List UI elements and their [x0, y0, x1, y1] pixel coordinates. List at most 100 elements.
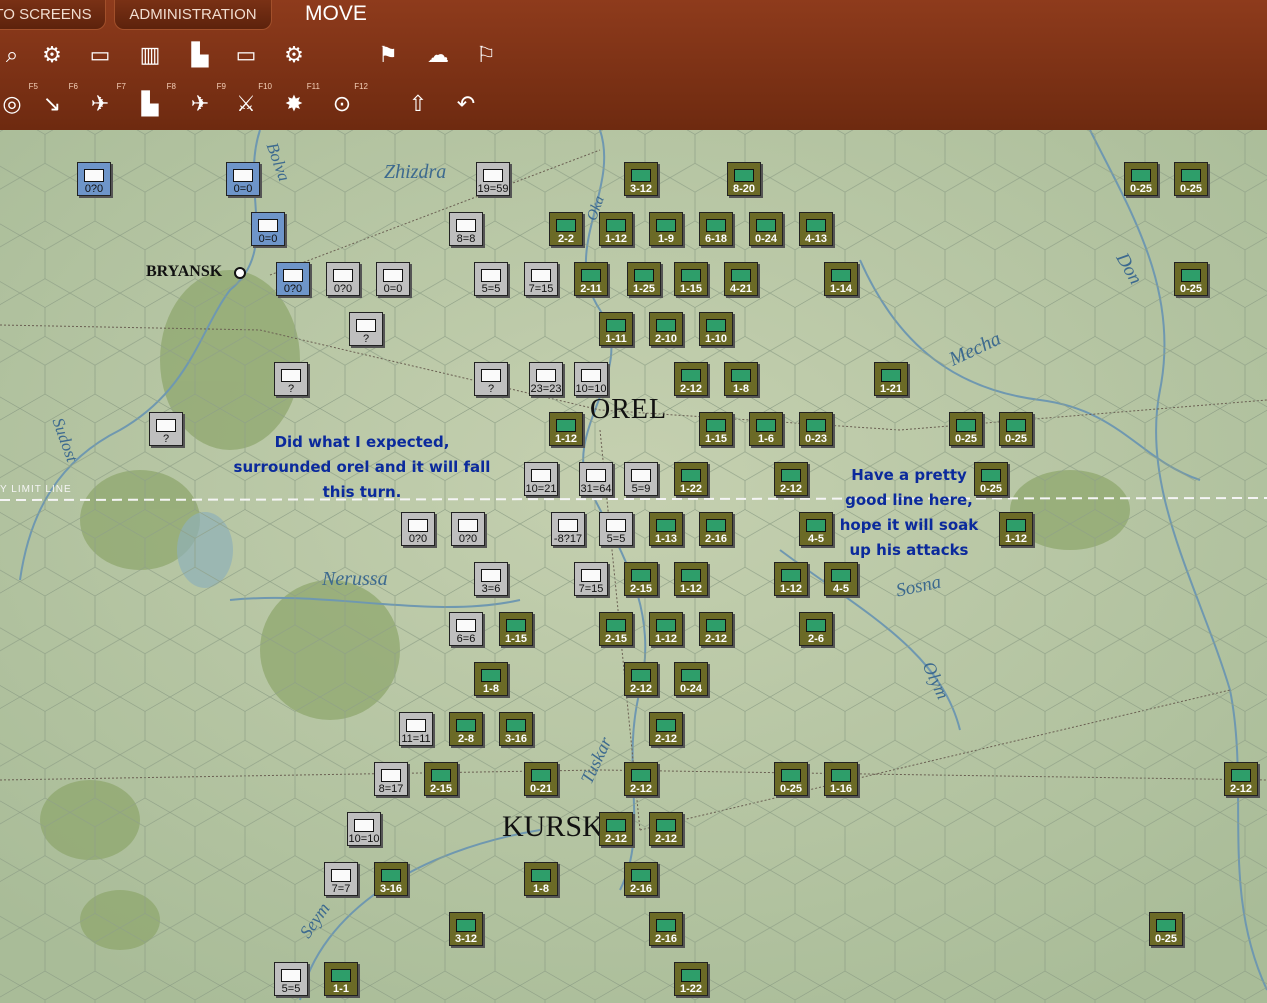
- unit-counter[interactable]: 1-6: [749, 412, 783, 446]
- unit-counter[interactable]: 1-16: [824, 762, 858, 796]
- unit-counter[interactable]: 4-21: [724, 262, 758, 296]
- unit-counter[interactable]: 2-15: [424, 762, 458, 796]
- unit-counter[interactable]: 3-12: [449, 912, 483, 946]
- chart-button[interactable]: ▥: [130, 35, 170, 75]
- unit-counter[interactable]: 0-25: [1174, 262, 1208, 296]
- unit-counter[interactable]: 11=11: [399, 712, 433, 746]
- unit-counter[interactable]: 2-15: [624, 562, 658, 596]
- unit-counter[interactable]: 0-25: [999, 412, 1033, 446]
- paradrop-button[interactable]: ↘ F6: [32, 82, 78, 124]
- unit-counter[interactable]: 2-12: [649, 712, 683, 746]
- unit-counter[interactable]: 1-1: [324, 962, 358, 996]
- unit-counter[interactable]: 2-2: [549, 212, 583, 246]
- unit-counter[interactable]: 1-12: [649, 612, 683, 646]
- unit-counter[interactable]: -8?17: [551, 512, 585, 546]
- unit-counter[interactable]: 0-25: [1149, 912, 1183, 946]
- unit-counter[interactable]: 0-21: [524, 762, 558, 796]
- radar-button[interactable]: ◎ F5: [0, 82, 38, 124]
- city-bomb-button[interactable]: ▙ F8: [130, 82, 176, 124]
- unit-counter[interactable]: 1-8: [724, 362, 758, 396]
- unit-counter[interactable]: 0=0: [251, 212, 285, 246]
- zoom-button[interactable]: ⌕: [0, 35, 32, 75]
- unit-counter[interactable]: 3-16: [499, 712, 533, 746]
- unit-counter[interactable]: 2-6: [799, 612, 833, 646]
- unit-counter[interactable]: 2-15: [599, 612, 633, 646]
- unit-counter[interactable]: 0-25: [974, 462, 1008, 496]
- unit-counter[interactable]: 2-12: [649, 812, 683, 846]
- unit-counter[interactable]: 0-23: [799, 412, 833, 446]
- unit-counter[interactable]: 0-25: [1124, 162, 1158, 196]
- unit-counter[interactable]: 0?0: [276, 262, 310, 296]
- unit-counter[interactable]: ?: [149, 412, 183, 446]
- unit-counter[interactable]: 4-5: [799, 512, 833, 546]
- unit-counter[interactable]: 0-24: [674, 662, 708, 696]
- unit-counter[interactable]: 2-16: [649, 912, 683, 946]
- upload-button[interactable]: ⇧: [398, 84, 438, 124]
- unit-counter[interactable]: 4-13: [799, 212, 833, 246]
- factory-button[interactable]: ▙: [180, 35, 220, 75]
- unit-counter[interactable]: 0?0: [326, 262, 360, 296]
- crossed-swords-button[interactable]: ⚔ F10: [226, 82, 272, 124]
- undo-button[interactable]: ↶: [446, 84, 486, 124]
- unit-counter[interactable]: 1-13: [649, 512, 683, 546]
- city-orel[interactable]: OREL: [590, 394, 667, 426]
- unit-counter[interactable]: 2-12: [699, 612, 733, 646]
- unit-counter[interactable]: 1-12: [999, 512, 1033, 546]
- unit-counter[interactable]: 5=5: [274, 962, 308, 996]
- unit-counter[interactable]: 2-12: [624, 662, 658, 696]
- unit-counter[interactable]: ?: [474, 362, 508, 396]
- unit-counter[interactable]: 0?0: [77, 162, 111, 196]
- unit-counter[interactable]: 3-16: [374, 862, 408, 896]
- unit-counter[interactable]: 3-12: [624, 162, 658, 196]
- gear-button[interactable]: ⚙: [32, 35, 72, 75]
- unit-counter[interactable]: 0-25: [949, 412, 983, 446]
- unit-counter[interactable]: 1-21: [874, 362, 908, 396]
- unit-counter[interactable]: 0=0: [376, 262, 410, 296]
- unit-counter[interactable]: 1-10: [699, 312, 733, 346]
- unit-counter[interactable]: 1-12: [674, 562, 708, 596]
- unit-counter[interactable]: 23=23: [529, 362, 563, 396]
- city-bryansk[interactable]: BRYANSK: [146, 263, 222, 281]
- unit-counter[interactable]: 3=6: [474, 562, 508, 596]
- target-button[interactable]: ⊙ F12: [322, 82, 368, 124]
- unit-counter[interactable]: 1-11: [599, 312, 633, 346]
- unit-counter[interactable]: 10=10: [574, 362, 608, 396]
- explosion-button[interactable]: ✸ F11: [274, 82, 320, 124]
- unit-counter[interactable]: 1-14: [824, 262, 858, 296]
- unit-counter[interactable]: 2-16: [699, 512, 733, 546]
- unit-counter[interactable]: 4-5: [824, 562, 858, 596]
- unit-counter[interactable]: 2-12: [774, 462, 808, 496]
- unit-counter[interactable]: 10=10: [347, 812, 381, 846]
- tab-administration[interactable]: ADMINISTRATION: [114, 0, 272, 30]
- flag-button[interactable]: ⚐: [466, 35, 506, 75]
- unit-counter[interactable]: 0-25: [1174, 162, 1208, 196]
- unit-counter[interactable]: 1-22: [674, 462, 708, 496]
- unit-counter[interactable]: 1-25: [627, 262, 661, 296]
- unit-counter[interactable]: 2-12: [674, 362, 708, 396]
- unit-counter[interactable]: 0?0: [451, 512, 485, 546]
- unit-counter[interactable]: 6=6: [449, 612, 483, 646]
- unit-counter[interactable]: 5=5: [599, 512, 633, 546]
- unit-counter[interactable]: 7=15: [574, 562, 608, 596]
- unit-counter[interactable]: 2-12: [599, 812, 633, 846]
- unit-counter[interactable]: 19=59: [476, 162, 510, 196]
- unit-counter[interactable]: 2-8: [449, 712, 483, 746]
- unit-counter[interactable]: 8-20: [727, 162, 761, 196]
- airfield-button[interactable]: ✈ F9: [180, 82, 226, 124]
- flag-report-button[interactable]: ⚑: [368, 35, 408, 75]
- aircraft-button[interactable]: ✈ F7: [80, 82, 126, 124]
- unit-counter[interactable]: 2-12: [1224, 762, 1258, 796]
- unit-counter[interactable]: 1-15: [699, 412, 733, 446]
- unit-counter[interactable]: 1-12: [774, 562, 808, 596]
- window-button[interactable]: ▭: [80, 35, 120, 75]
- unit-counter[interactable]: 1-9: [649, 212, 683, 246]
- unit-counter[interactable]: 1-22: [674, 962, 708, 996]
- unit-counter[interactable]: 5=9: [624, 462, 658, 496]
- unit-counter[interactable]: 5=5: [474, 262, 508, 296]
- unit-counter[interactable]: 10=21: [524, 462, 558, 496]
- unit-counter[interactable]: 1-15: [674, 262, 708, 296]
- game-map[interactable]: Y LIMIT LINE BRYANSK OREL KURSK Zhizdra …: [0, 130, 1267, 1003]
- unit-counter[interactable]: 1-8: [474, 662, 508, 696]
- unit-counter[interactable]: 1-15: [499, 612, 533, 646]
- rectangle-button[interactable]: ▭: [226, 35, 266, 75]
